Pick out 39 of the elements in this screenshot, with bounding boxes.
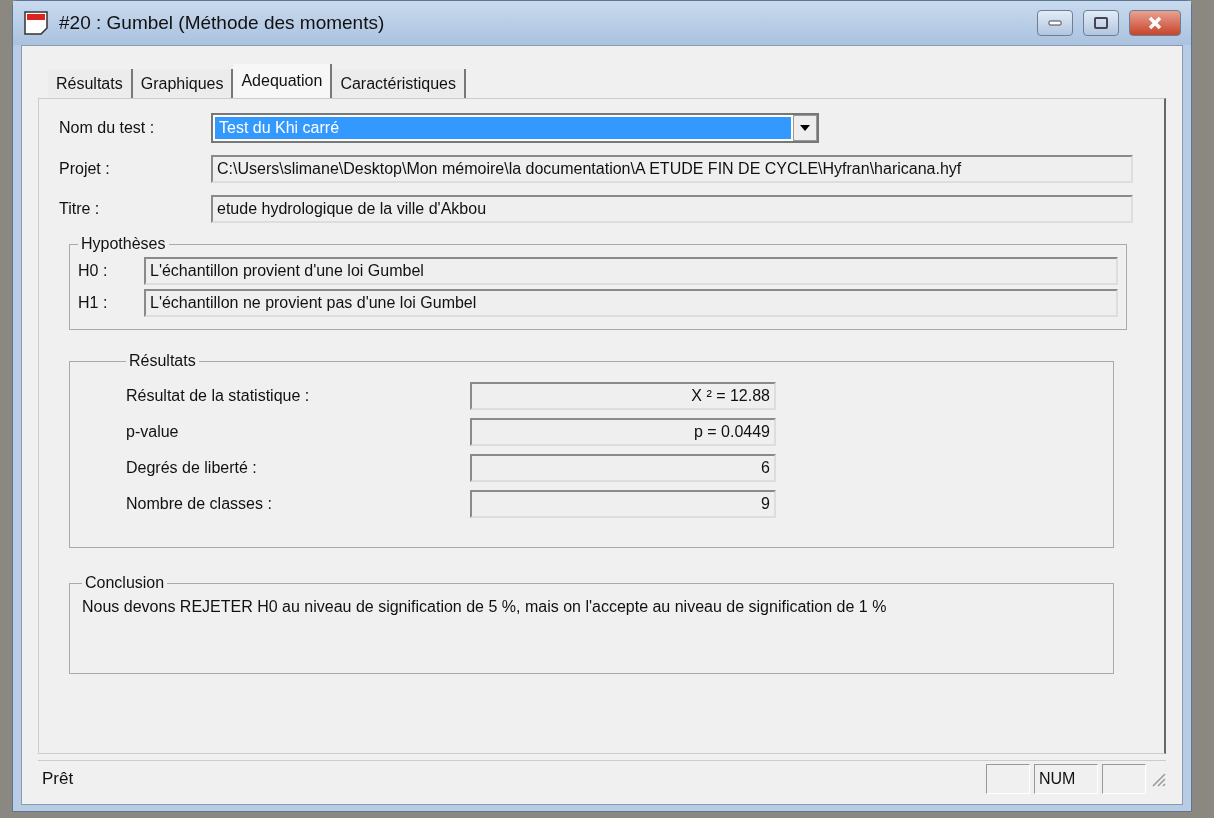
- group-title: Conclusion: [84, 574, 166, 592]
- result-value: 6: [470, 454, 776, 482]
- document-icon: [23, 10, 49, 36]
- result-value: 9: [470, 490, 776, 518]
- field-label: Nom du test :: [59, 119, 156, 137]
- tab[interactable]: Adequation: [233, 64, 333, 98]
- result-label: Résultat de la statistique :: [126, 387, 311, 405]
- tab[interactable]: Graphiques: [132, 69, 234, 98]
- field-label: Projet :: [59, 160, 111, 178]
- minimize-button[interactable]: [1037, 10, 1073, 36]
- dropdown-value: Test du Khi carré: [215, 117, 791, 139]
- minimize-icon: [1048, 20, 1062, 26]
- result-label: Nombre de classes :: [126, 495, 273, 513]
- close-icon: [1147, 16, 1163, 30]
- group-title: Hypothèses: [80, 235, 167, 253]
- resize-grip-icon: [1150, 771, 1166, 787]
- maximize-icon: [1094, 17, 1108, 29]
- status-pane: NUM: [1034, 764, 1098, 794]
- window-title: #20 : Gumbel (Méthode des moments): [59, 12, 386, 34]
- result-value: X ² = 12.88: [470, 382, 776, 410]
- result-label: p-value: [126, 423, 180, 441]
- hypothesis-label: H1 :: [78, 294, 109, 312]
- tab[interactable]: Caractéristiques: [332, 69, 466, 98]
- status-pane: [986, 764, 1030, 794]
- readonly-field: etude hydrologique de la ville d'Akbou: [211, 195, 1133, 223]
- readonly-field: L'échantillon ne provient pas d'une loi Gumbel: [144, 289, 1118, 317]
- result-value: p = 0.0449: [470, 418, 776, 446]
- status-text: Prêt: [41, 769, 75, 789]
- readonly-field: C:\Users\slimane\Desktop\Mon mémoire\la documentation\A ETUDE FIN DE CYCLE\Hyfran\haricana.hyf: [211, 155, 1133, 183]
- hypothesis-label: H0 :: [78, 262, 109, 280]
- group-title: Résultats: [128, 352, 197, 370]
- conclusion-text: Nous devons REJETER H0 au niveau de signification de 5 %, mais on l'accepte au niveau de signification de 1 %: [82, 598, 888, 616]
- tab[interactable]: Résultats: [48, 69, 133, 98]
- result-label: Degrés de liberté :: [126, 459, 258, 477]
- readonly-field: L'échantillon provient d'une loi Gumbel: [144, 257, 1118, 285]
- field-label: Titre :: [59, 200, 101, 218]
- status-pane: [1102, 764, 1146, 794]
- close-button[interactable]: [1129, 10, 1181, 36]
- maximize-button[interactable]: [1083, 10, 1119, 36]
